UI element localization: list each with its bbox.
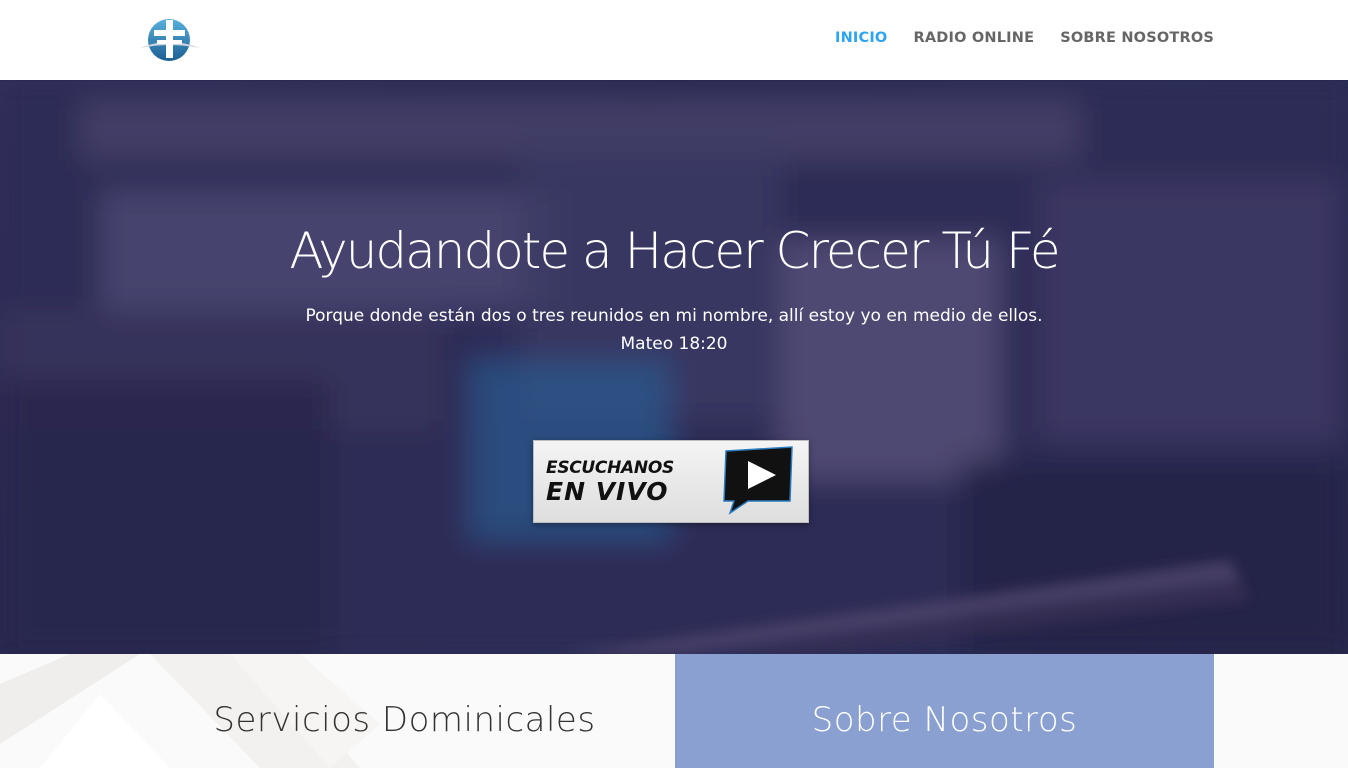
info-section: Servicios Dominicales Sobre Nosotros xyxy=(0,654,1348,768)
about-us-panel: Sobre Nosotros xyxy=(675,654,1214,768)
church-logo[interactable] xyxy=(138,14,202,64)
listen-live-button[interactable]: ESCUCHANOS EN VIVO xyxy=(533,440,809,523)
play-icon xyxy=(723,446,793,515)
main-nav: INICIO RADIO ONLINE SOBRE NOSOTROS xyxy=(835,30,1214,46)
sunday-services-title: Servicios Dominicales xyxy=(213,700,596,740)
nav-inicio[interactable]: INICIO xyxy=(835,30,888,46)
nav-sobre-nosotros[interactable]: SOBRE NOSOTROS xyxy=(1060,30,1214,46)
listen-live-line2: EN VIVO xyxy=(546,477,669,506)
about-us-title: Sobre Nosotros xyxy=(811,700,1078,740)
hero-overlay xyxy=(0,80,1348,654)
hero-verse-reference: Mateo 18:20 xyxy=(620,334,728,354)
hero-title: Ayudandote a Hacer Crecer Tú Fé xyxy=(289,222,1060,280)
listen-live-line1: ESCUCHANOS xyxy=(546,458,674,478)
site-header: INICIO RADIO ONLINE SOBRE NOSOTROS xyxy=(0,0,1348,80)
nav-radio-online[interactable]: RADIO ONLINE xyxy=(913,30,1034,46)
hero-section: Ayudandote a Hacer Crecer Tú Fé Porque d… xyxy=(0,80,1348,654)
cross-globe-icon xyxy=(140,19,200,61)
hero-subtitle-block: Porque donde están dos o tres reunidos e… xyxy=(0,302,1348,358)
hero-verse: Porque donde están dos o tres reunidos e… xyxy=(305,306,1043,326)
